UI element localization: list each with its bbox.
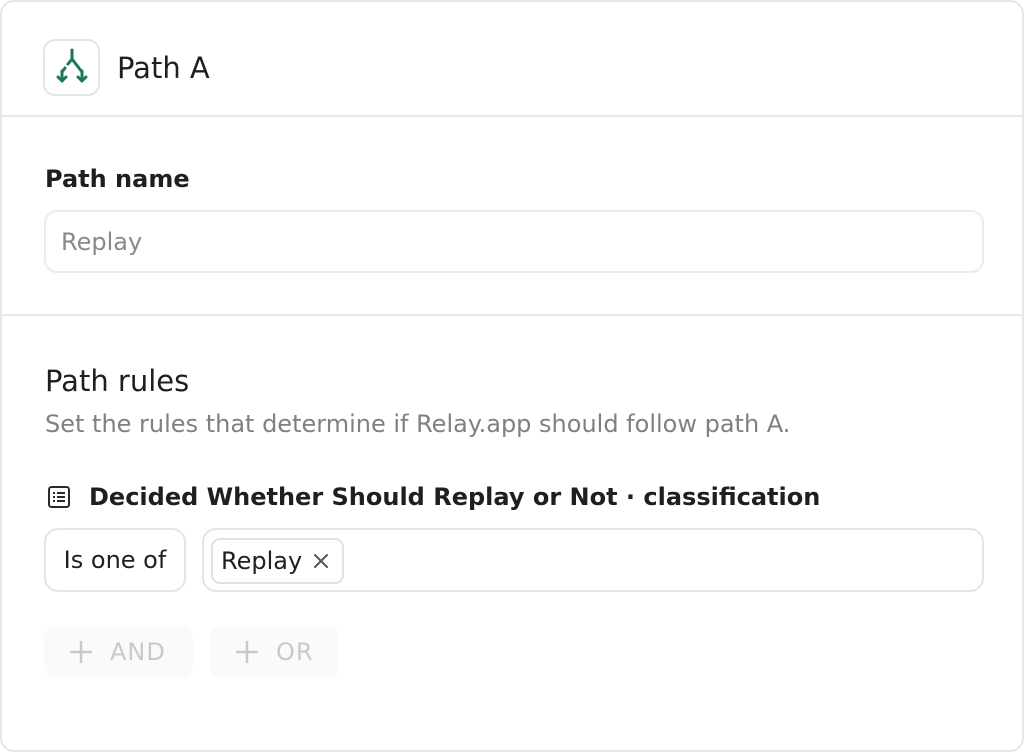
path-name-label: Path name bbox=[45, 165, 190, 193]
rule-values-input[interactable]: Replay bbox=[202, 528, 984, 592]
plus-icon bbox=[234, 639, 260, 665]
path-name-input[interactable] bbox=[44, 210, 984, 273]
value-chip-label: Replay bbox=[221, 547, 303, 575]
add-and-label: AND bbox=[110, 638, 166, 666]
path-config-panel: Path A Path name Path rules Set the rule… bbox=[0, 0, 1024, 752]
value-chip: Replay bbox=[211, 538, 345, 584]
add-and-button[interactable]: AND bbox=[44, 625, 193, 679]
add-or-label: OR bbox=[276, 638, 314, 666]
path-rules-description: Set the rules that determine if Relay.ap… bbox=[45, 410, 791, 438]
split-path-icon bbox=[55, 47, 89, 89]
plus-icon bbox=[68, 639, 94, 665]
rule-field[interactable]: Decided Whether Should Replay or Not · c… bbox=[46, 480, 820, 514]
path-name-section: Path name bbox=[2, 117, 1022, 316]
rule-field-label: Decided Whether Should Replay or Not · c… bbox=[89, 483, 821, 511]
list-icon bbox=[46, 484, 72, 510]
add-or-button[interactable]: OR bbox=[210, 625, 339, 679]
panel-title: Path A bbox=[117, 51, 210, 85]
path-rules-title: Path rules bbox=[45, 364, 190, 398]
path-icon-container bbox=[43, 39, 100, 96]
operator-select[interactable]: Is one of bbox=[44, 528, 186, 592]
panel-header: Path A bbox=[2, 2, 1022, 117]
remove-chip-icon[interactable] bbox=[311, 551, 331, 571]
